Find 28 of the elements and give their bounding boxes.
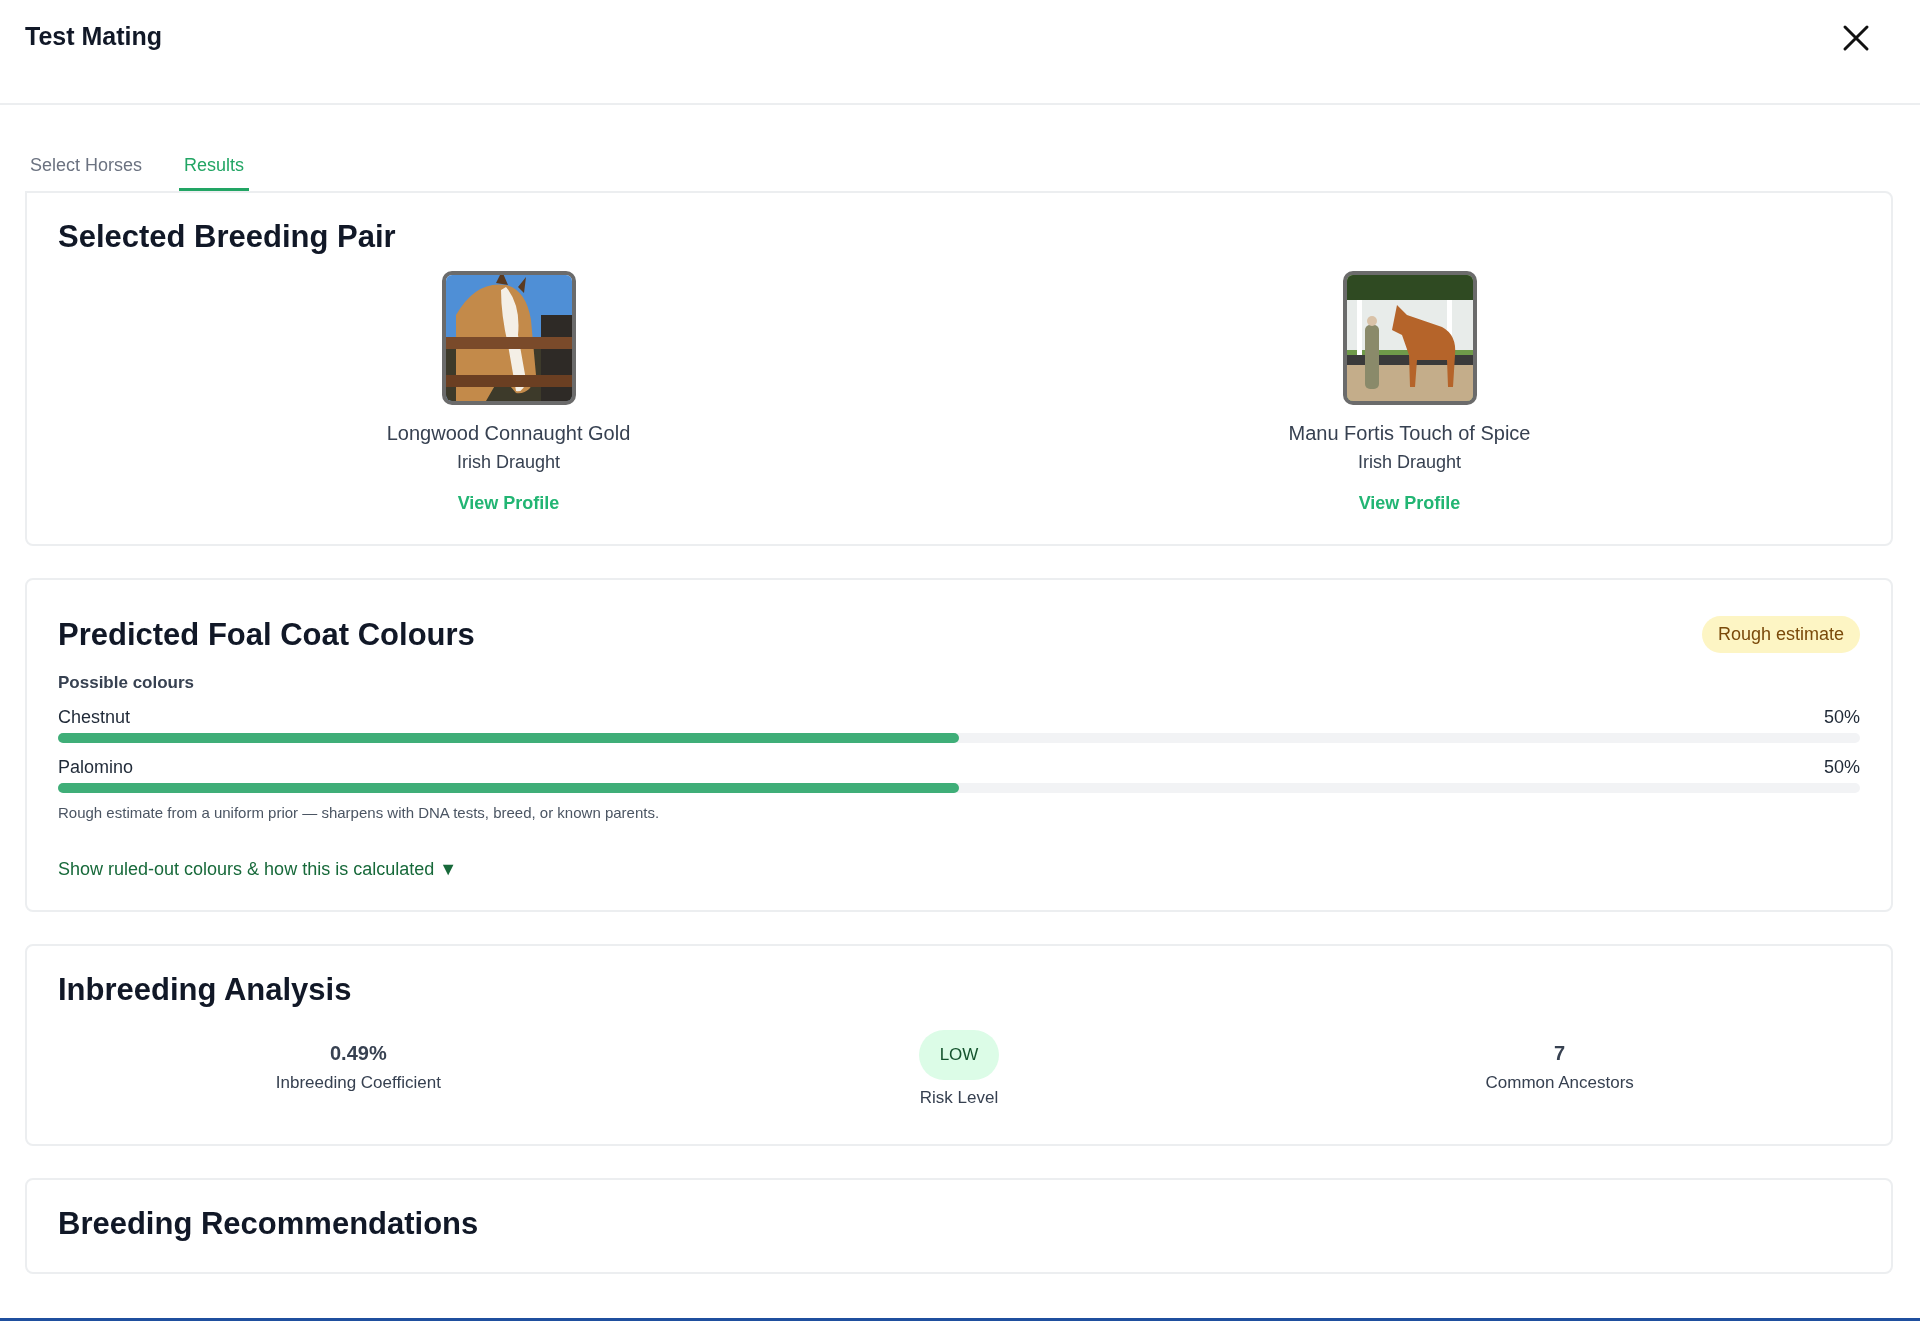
horse-name: Manu Fortis Touch of Spice	[1288, 422, 1531, 445]
horse-name: Longwood Connaught Gold	[386, 422, 631, 445]
section-title: Breeding Recommendations	[58, 1206, 480, 1242]
colour-percent: 50%	[1823, 757, 1860, 778]
tab[interactable]: Select Horses	[25, 149, 148, 191]
colour-name: Chestnut	[58, 707, 131, 728]
risk-badge: LOW	[918, 1030, 1000, 1080]
colour-name: Palomino	[58, 757, 134, 778]
stat-value: 0.49%	[329, 1042, 387, 1065]
estimate-badge: Rough estimate	[1701, 616, 1860, 653]
note-text: Rough estimate from a uniform prior — sharpens with DNA tests, breed, or known parents.	[58, 804, 661, 821]
view-profile-link[interactable]: View Profile	[1358, 493, 1461, 514]
stat-label: Common Ancestors	[1485, 1073, 1634, 1093]
section-title: Selected Breeding Pair	[58, 219, 397, 255]
show-details-link[interactable]: Show ruled-out colours & how this is calculated ▼	[58, 859, 457, 880]
stat-label: Inbreeding Coefficient	[275, 1073, 441, 1093]
close-icon	[1842, 24, 1870, 52]
horse-breed: Irish Draught	[1357, 452, 1461, 473]
section-title: Inbreeding Analysis	[58, 972, 353, 1008]
stat-value: 7	[1554, 1042, 1566, 1065]
close-button[interactable]	[1842, 24, 1870, 52]
window-title: Test Mating	[25, 22, 163, 51]
horse-breed: Irish Draught	[456, 452, 560, 473]
subheading: Possible colours	[58, 673, 196, 693]
section-title: Predicted Foal Coat Colours	[58, 616, 475, 653]
view-profile-link[interactable]: View Profile	[457, 493, 560, 514]
stat-label: Risk Level	[919, 1088, 999, 1108]
colour-percent: 50%	[1823, 707, 1860, 728]
